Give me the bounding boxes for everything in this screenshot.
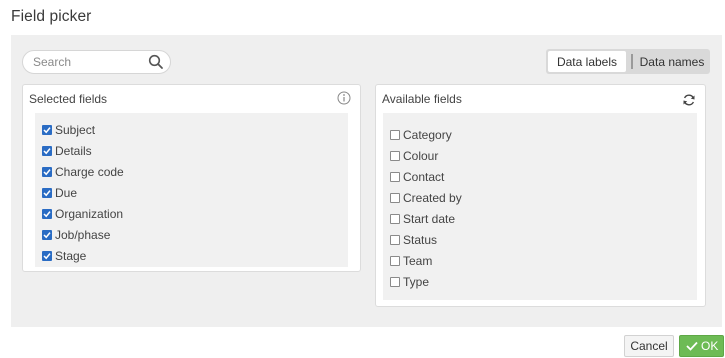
- field-item[interactable]: Team: [383, 250, 697, 271]
- check-icon: [43, 168, 51, 175]
- checkbox-unchecked[interactable]: [390, 129, 400, 140]
- field-item[interactable]: Stage: [35, 245, 348, 266]
- check-icon: [43, 126, 51, 133]
- checkbox-unchecked[interactable]: [390, 171, 400, 182]
- data-names-button[interactable]: Data names: [638, 51, 706, 72]
- checkbox-checked[interactable]: [42, 229, 52, 240]
- field-label: Subject: [55, 122, 96, 137]
- label-mode-toggle: Data labels Data names: [546, 49, 710, 74]
- field-label: Type: [403, 274, 430, 289]
- checkbox-checked[interactable]: [42, 187, 52, 198]
- field-label: Team: [403, 253, 433, 268]
- dialog-title: Field picker: [11, 8, 92, 25]
- field-item[interactable]: Subject: [35, 119, 348, 140]
- field-item[interactable]: Charge code: [35, 161, 348, 182]
- field-item[interactable]: Due: [35, 182, 348, 203]
- check-icon: [43, 231, 51, 238]
- checkbox-unchecked[interactable]: [390, 213, 400, 224]
- selected-fields-header: Selected fields: [29, 92, 108, 106]
- available-fields-panel: Available fields Category Colour Contact Cr…: [375, 84, 706, 307]
- check-icon: [43, 252, 51, 259]
- field-label: Contact: [403, 169, 445, 184]
- cancel-button[interactable]: Cancel: [624, 335, 674, 357]
- selected-fields-panel: Selected fields Subject Details Charge cod…: [22, 84, 361, 272]
- field-item[interactable]: Type: [383, 271, 697, 292]
- field-label: Created by: [403, 190, 462, 205]
- checkbox-checked[interactable]: [42, 208, 52, 219]
- search-icon[interactable]: [148, 54, 164, 70]
- checkbox-checked[interactable]: [42, 166, 52, 177]
- field-item[interactable]: Organization: [35, 203, 348, 224]
- check-icon: [43, 189, 51, 196]
- checkbox-checked[interactable]: [42, 145, 52, 156]
- selected-fields-list: Subject Details Charge code Due Organization…: [35, 113, 348, 267]
- checkbox-checked[interactable]: [42, 250, 52, 261]
- checkbox-unchecked[interactable]: [390, 255, 400, 266]
- field-item[interactable]: Colour: [383, 145, 697, 166]
- field-label: Organization: [55, 206, 124, 221]
- check-icon: [43, 147, 51, 154]
- ok-button-label: OK: [701, 339, 719, 353]
- field-label: Status: [403, 232, 438, 247]
- field-label: Charge code: [55, 164, 124, 179]
- checkbox-unchecked[interactable]: [390, 192, 400, 203]
- info-icon[interactable]: [337, 91, 351, 105]
- field-item[interactable]: Job/phase: [35, 224, 348, 245]
- field-item[interactable]: Contact: [383, 166, 697, 187]
- refresh-icon[interactable]: [682, 93, 696, 107]
- field-label: Colour: [403, 148, 439, 163]
- checkbox-checked[interactable]: [42, 124, 52, 135]
- available-fields-list: Category Colour Contact Created by Start dat…: [383, 113, 697, 300]
- check-icon: [43, 210, 51, 217]
- checkbox-unchecked[interactable]: [390, 150, 400, 161]
- field-item[interactable]: Status: [383, 229, 697, 250]
- field-label: Job/phase: [55, 227, 111, 242]
- search-input[interactable]: [33, 54, 143, 70]
- field-label: Due: [55, 185, 78, 200]
- field-item[interactable]: Created by: [383, 187, 697, 208]
- data-labels-button[interactable]: Data labels: [548, 51, 626, 72]
- checkbox-unchecked[interactable]: [390, 276, 400, 287]
- field-picker-dialog: Field picker Data labels Data names Sele…: [0, 0, 725, 358]
- field-item[interactable]: Start date: [383, 208, 697, 229]
- field-item[interactable]: Details: [35, 140, 348, 161]
- search-box[interactable]: [22, 50, 171, 74]
- field-label: Start date: [403, 211, 456, 226]
- ok-button[interactable]: OK: [679, 335, 724, 357]
- field-label: Details: [55, 143, 92, 158]
- check-icon: [686, 341, 698, 351]
- available-fields-header: Available fields: [382, 92, 462, 106]
- dialog-body: Data labels Data names Selected fields S…: [11, 35, 722, 327]
- toggle-divider: [631, 54, 633, 69]
- field-label: Category: [403, 127, 452, 142]
- checkbox-unchecked[interactable]: [390, 234, 400, 245]
- field-item[interactable]: Category: [383, 124, 697, 145]
- field-label: Stage: [55, 248, 87, 263]
